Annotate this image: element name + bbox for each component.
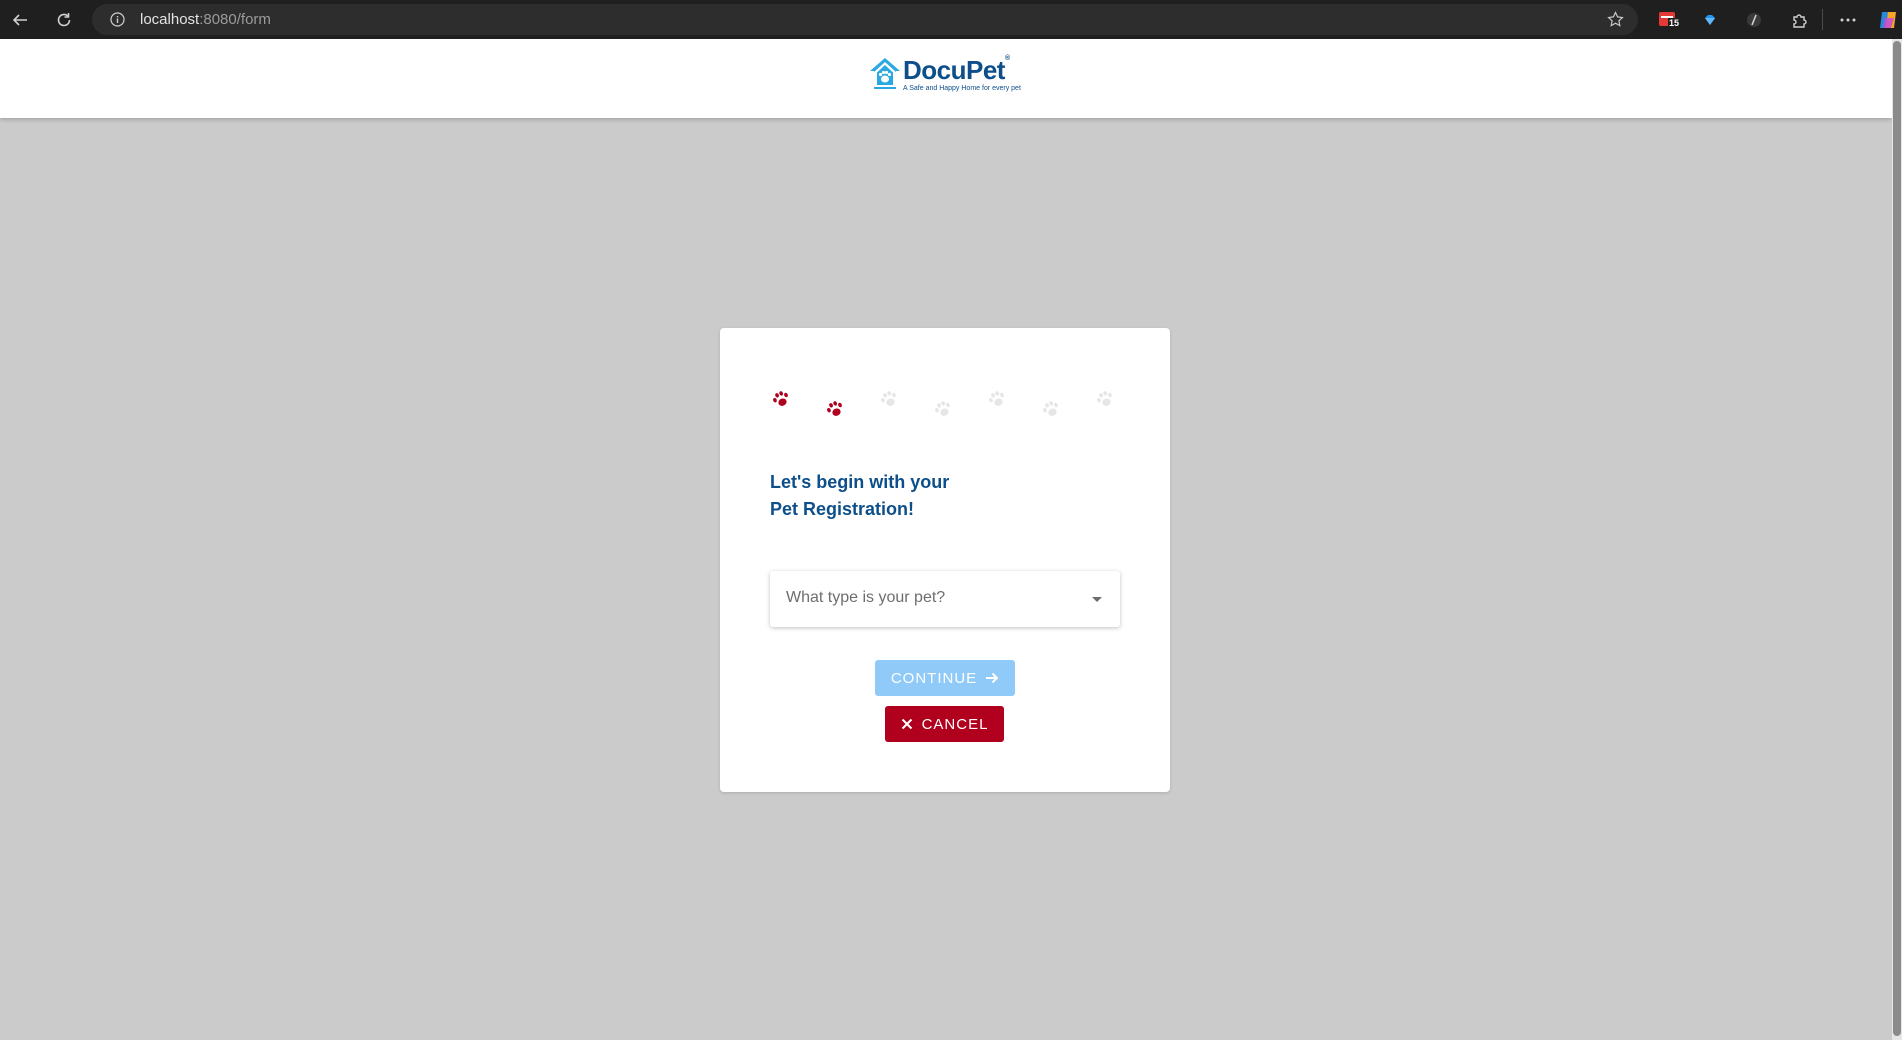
paw-step-icon — [989, 391, 1004, 406]
more-dots-icon — [1840, 18, 1856, 22]
form-heading: Let's begin with your Pet Registration! — [770, 469, 949, 523]
cancel-button[interactable]: CANCEL — [885, 706, 1004, 742]
paw-step-icon — [1043, 401, 1058, 416]
close-icon — [901, 718, 912, 730]
arrow-right-icon — [986, 672, 999, 684]
pen-icon — [1747, 13, 1761, 27]
browser-toolbar: localhost:8080/form 15 — [0, 0, 1902, 39]
continue-label: CONTINUE — [890, 669, 978, 687]
site-info-icon — [110, 12, 125, 27]
paw-step-icon — [935, 401, 950, 416]
url-path: :8080/form — [199, 11, 271, 28]
url-text[interactable]: localhost:8080/form — [140, 11, 271, 28]
gem-icon — [1705, 15, 1715, 25]
pet-type-select[interactable]: What type is your pet? — [770, 571, 1120, 627]
site-header: DocuPet® A Safe and Happy Home for every… — [0, 39, 1892, 118]
house-paw-icon — [870, 58, 900, 89]
extensions-button[interactable] — [1787, 8, 1811, 32]
calendar-extension-button[interactable]: 15 — [1656, 8, 1681, 32]
paw-step-icon — [773, 391, 788, 406]
docupet-logo[interactable]: DocuPet® A Safe and Happy Home for every… — [869, 55, 1021, 95]
page-scrollbar[interactable] — [1892, 39, 1902, 1040]
brand-name: DocuPet® — [903, 55, 1010, 85]
paw-step-icon — [1097, 391, 1112, 406]
url-host: localhost — [140, 11, 200, 28]
reload-icon — [57, 13, 71, 27]
registration-card: Let's begin with your Pet Registration! … — [720, 328, 1170, 792]
dropdown-caret-icon — [1092, 597, 1102, 602]
pen-extension-button[interactable] — [1742, 8, 1766, 32]
scrollbar-thumb[interactable] — [1893, 41, 1901, 1036]
paw-step-icon — [827, 401, 842, 416]
reload-button[interactable] — [51, 7, 77, 33]
puzzle-icon — [1793, 14, 1807, 28]
more-menu-button[interactable] — [1836, 8, 1860, 32]
copilot-button[interactable] — [1876, 8, 1900, 32]
continue-button[interactable]: CONTINUE — [875, 660, 1015, 696]
gem-extension-button[interactable] — [1698, 8, 1722, 32]
pet-type-placeholder: What type is your pet? — [786, 589, 946, 606]
back-button[interactable] — [7, 7, 33, 33]
cancel-label: CANCEL — [921, 715, 989, 733]
bookmark-star-icon[interactable] — [1607, 11, 1624, 28]
paw-step-icon — [881, 391, 896, 406]
copilot-icon — [1880, 12, 1896, 28]
toolbar-divider — [1822, 9, 1823, 30]
brand-tagline: A Safe and Happy Home for every pet — [903, 85, 1021, 92]
heading-line-1: Let's begin with your — [770, 472, 950, 492]
back-arrow-icon — [12, 14, 27, 26]
calendar-badge: 15 — [1668, 18, 1681, 28]
heading-line-2: Pet Registration! — [770, 499, 915, 519]
address-bar[interactable]: localhost:8080/form — [92, 4, 1638, 35]
